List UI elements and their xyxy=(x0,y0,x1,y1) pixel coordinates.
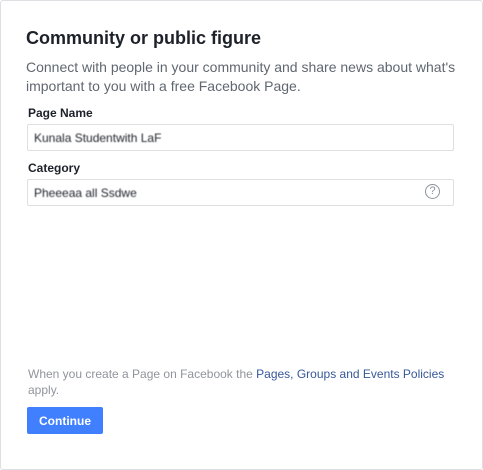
continue-button[interactable]: Continue xyxy=(27,407,103,434)
page-name-input[interactable]: Kunala Studentwith LaF xyxy=(27,124,454,151)
category-value: Pheeeaa all Ssdwe xyxy=(34,186,137,200)
page-name-label: Page Name xyxy=(28,106,93,120)
policy-prefix: When you create a Page on Facebook the xyxy=(28,367,257,381)
policies-link[interactable]: Pages, Groups and Events Policies xyxy=(256,367,444,381)
question-icon[interactable]: ? xyxy=(425,184,440,199)
policy-notice: When you create a Page on Facebook the P… xyxy=(28,366,458,398)
policy-suffix: apply. xyxy=(28,383,60,397)
create-page-card: Community or public figure Connect with … xyxy=(0,0,483,470)
category-label: Category xyxy=(28,161,81,175)
page-title: Community or public figure xyxy=(26,28,262,48)
category-input[interactable]: Pheeeaa all Ssdwe ? xyxy=(27,179,454,206)
page-subtitle: Connect with people in your community an… xyxy=(26,59,456,94)
page-name-value: Kunala Studentwith LaF xyxy=(34,131,162,145)
